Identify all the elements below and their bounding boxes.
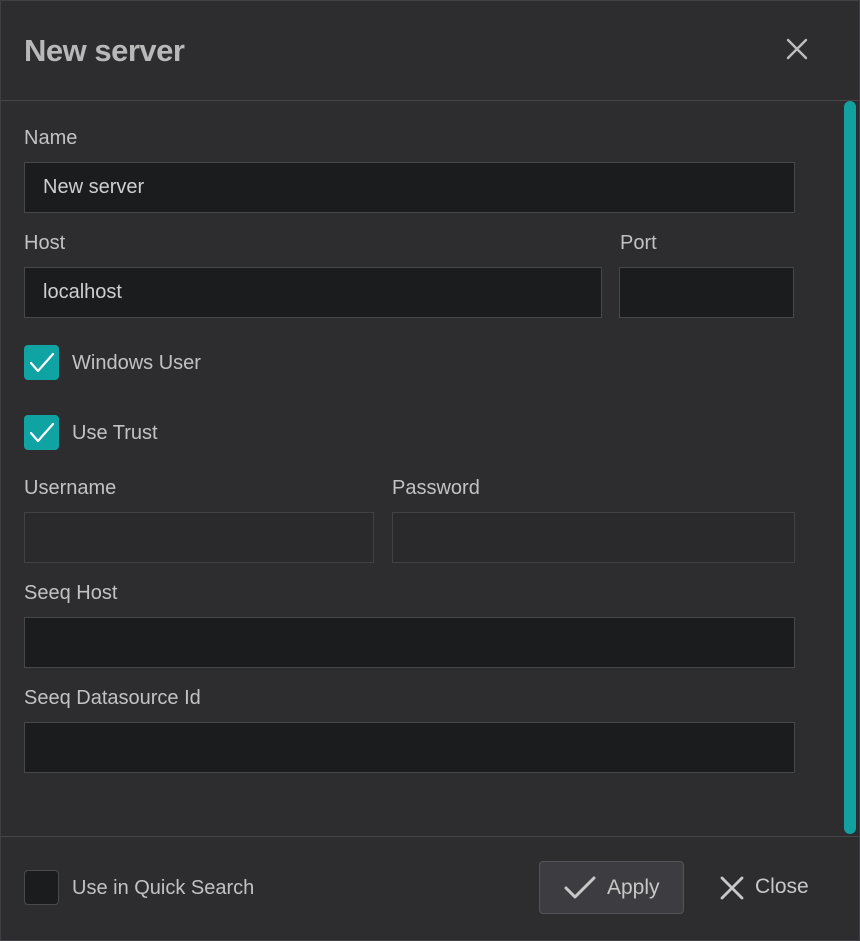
use-trust-label: Use Trust <box>72 422 158 444</box>
seeq-datasource-id-label: Seeq Datasource Id <box>24 687 201 709</box>
host-label: Host <box>24 232 66 254</box>
seeq-host-label: Seeq Host <box>24 582 118 604</box>
seeq-datasource-id-input[interactable] <box>24 722 795 773</box>
close-button-label: Close <box>755 875 809 898</box>
close-icon <box>786 38 808 60</box>
apply-button[interactable]: Apply <box>539 861 684 914</box>
name-input[interactable] <box>24 162 795 213</box>
vertical-scrollbar[interactable] <box>844 101 856 834</box>
seeq-host-input[interactable] <box>24 617 795 668</box>
port-input[interactable] <box>619 267 794 318</box>
password-label: Password <box>392 477 480 499</box>
close-button[interactable]: Close <box>709 861 819 914</box>
new-server-dialog: New server Name Host Port Windows User U… <box>0 0 860 941</box>
dialog-title: New server <box>24 33 185 68</box>
name-label: Name <box>24 127 78 149</box>
password-input[interactable] <box>392 512 795 563</box>
windows-user-checkbox[interactable] <box>24 345 59 380</box>
port-label: Port <box>620 232 657 254</box>
username-label: Username <box>24 477 117 499</box>
host-input[interactable] <box>24 267 602 318</box>
quick-search-checkbox[interactable] <box>24 870 59 905</box>
apply-button-label: Apply <box>607 876 660 899</box>
close-icon <box>720 876 744 900</box>
quick-search-label: Use in Quick Search <box>72 877 255 899</box>
dialog-header: New server <box>1 1 859 101</box>
windows-user-label: Windows User <box>72 352 201 374</box>
username-input[interactable] <box>24 512 374 563</box>
use-trust-checkbox[interactable] <box>24 415 59 450</box>
dialog-close-button[interactable] <box>782 34 812 64</box>
checkmark-icon <box>29 352 55 373</box>
checkmark-icon <box>29 422 55 443</box>
checkmark-icon <box>564 876 596 899</box>
